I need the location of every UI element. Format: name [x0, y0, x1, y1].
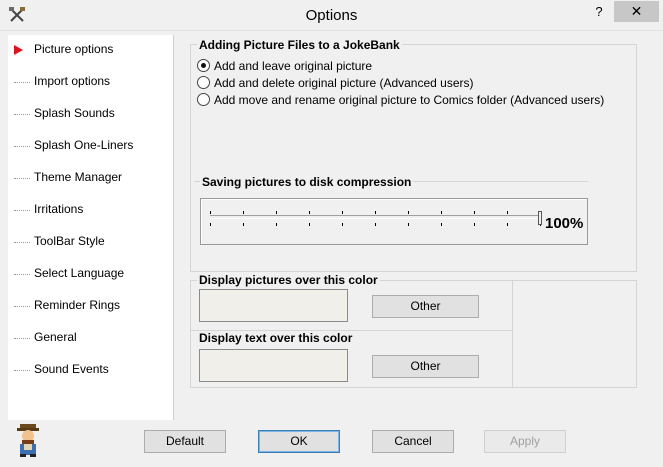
nav-item-label: Splash One-Liners — [34, 138, 134, 152]
tree-connector — [14, 178, 30, 179]
radio-add-move-rename[interactable]: Add move and rename original picture to … — [197, 92, 604, 108]
options-nav: Picture options Import options Splash So… — [8, 35, 174, 420]
nav-item-label: General — [34, 330, 77, 344]
nav-item-picture-options[interactable]: Picture options — [8, 41, 168, 59]
compression-slider[interactable]: 100% — [200, 198, 588, 245]
tree-connector — [14, 114, 30, 115]
adding-pictures-title: Adding Picture Files to a JokeBank — [197, 38, 402, 52]
radio-circle[interactable] — [197, 59, 210, 72]
tree-connector — [14, 370, 30, 371]
nav-item-label: ToolBar Style — [34, 234, 105, 248]
slider-thumb[interactable] — [538, 211, 542, 225]
nav-item-reminder-rings[interactable]: Reminder Rings — [8, 297, 168, 315]
tree-connector — [14, 306, 30, 307]
nav-item-general[interactable]: General — [8, 329, 168, 347]
compression-value: 100% — [545, 215, 584, 232]
nav-item-label: Irritations — [34, 202, 84, 216]
picture-color-swatch — [199, 289, 348, 322]
slider-track — [210, 215, 540, 219]
nav-item-label: Picture options — [34, 42, 114, 56]
cancel-button[interactable]: Cancel — [372, 430, 454, 453]
radio-circle[interactable] — [197, 76, 210, 89]
radio-add-delete-original[interactable]: Add and delete original picture (Advance… — [197, 75, 474, 91]
nav-item-sound-events[interactable]: Sound Events — [8, 361, 168, 379]
compression-title: Saving pictures to disk compression — [200, 175, 414, 189]
nav-item-label: Sound Events — [34, 362, 109, 376]
radio-label: Add and leave original picture — [214, 59, 373, 73]
radio-label: Add and delete original picture (Advance… — [214, 76, 474, 90]
apply-button[interactable]: Apply — [484, 430, 566, 453]
nav-item-irritations[interactable]: Irritations — [8, 201, 168, 219]
tree-connector — [14, 338, 30, 339]
nav-item-splash-one-liners[interactable]: Splash One-Liners — [8, 137, 168, 155]
nav-item-label: Reminder Rings — [34, 298, 121, 312]
tree-connector — [14, 146, 30, 147]
tree-connector — [14, 242, 30, 243]
tree-connector — [14, 82, 30, 83]
tree-connector — [14, 274, 30, 275]
radio-add-leave-original[interactable]: Add and leave original picture — [197, 58, 397, 74]
picture-color-other-button[interactable]: Other — [372, 295, 479, 318]
display-text-title: Display text over this color — [197, 331, 355, 345]
selected-arrow-icon — [14, 45, 23, 55]
title-bar: Options ? ✕ — [0, 0, 663, 31]
display-pictures-title: Display pictures over this color — [197, 273, 380, 287]
ok-button[interactable]: OK — [258, 430, 340, 453]
nav-item-label: Import options — [34, 74, 111, 88]
default-button[interactable]: Default — [144, 430, 226, 453]
nav-item-select-language[interactable]: Select Language — [8, 265, 168, 283]
nav-item-toolbar-style[interactable]: ToolBar Style — [8, 233, 168, 251]
close-button[interactable]: ✕ — [614, 1, 659, 22]
nav-item-label: Select Language — [34, 266, 125, 280]
help-button[interactable]: ? — [588, 2, 610, 22]
text-color-other-button[interactable]: Other — [372, 355, 479, 378]
text-color-swatch — [199, 349, 348, 382]
mascot-icon — [17, 424, 39, 457]
window-title: Options — [305, 7, 358, 24]
nav-item-import-options[interactable]: Import options — [8, 73, 168, 91]
tree-connector — [14, 210, 30, 211]
nav-item-label: Theme Manager — [34, 170, 123, 184]
nav-item-theme-manager[interactable]: Theme Manager — [8, 169, 168, 187]
radio-label: Add move and rename original picture to … — [214, 93, 605, 107]
radio-circle[interactable] — [197, 93, 210, 106]
nav-item-splash-sounds[interactable]: Splash Sounds — [8, 105, 168, 123]
nav-item-label: Splash Sounds — [34, 106, 115, 120]
